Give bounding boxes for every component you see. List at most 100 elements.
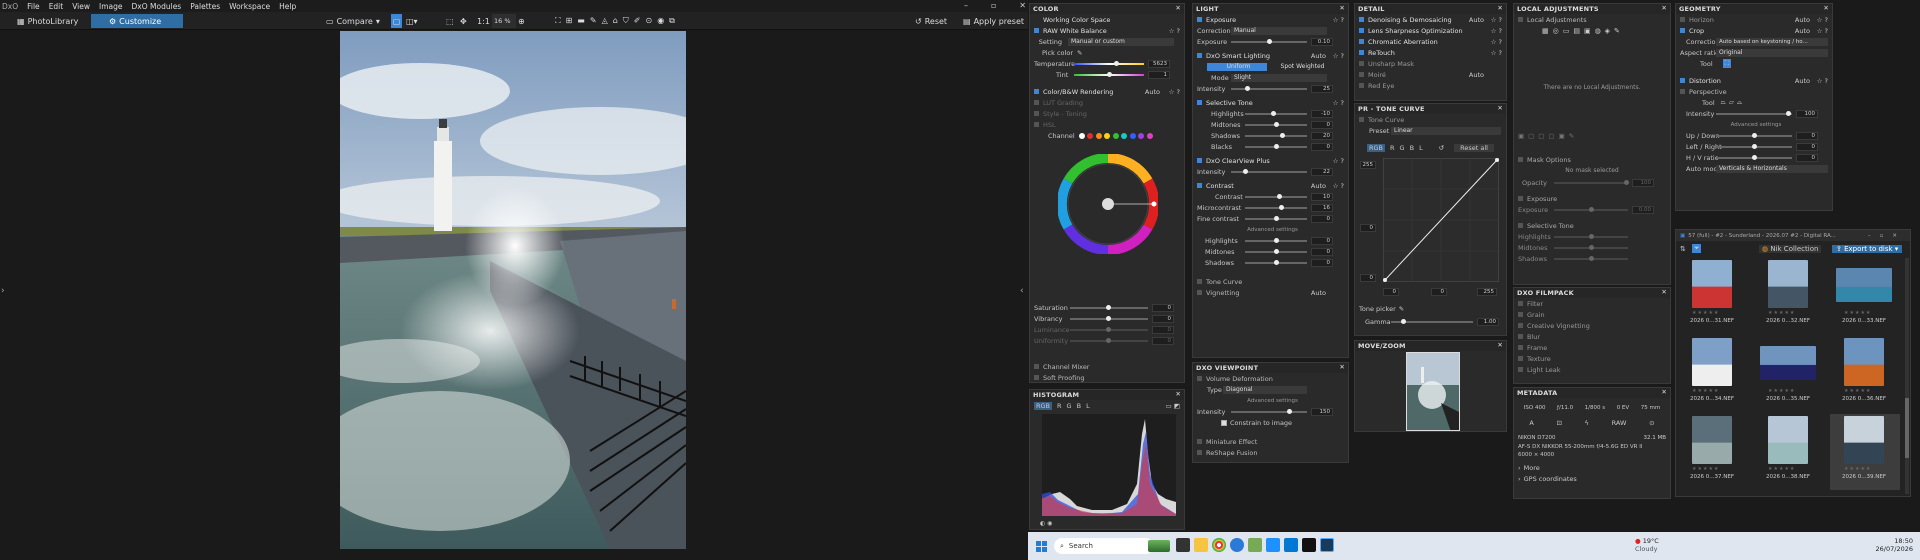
advanced-settings-toggle[interactable]: Advanced settings — [1193, 224, 1348, 235]
blacks-slider[interactable] — [1245, 144, 1307, 149]
maximize-icon[interactable]: ▫ — [991, 1, 996, 11]
temperature-field[interactable]: 5623 — [1148, 59, 1170, 68]
channel-l[interactable]: L — [1086, 402, 1090, 410]
slider-knob[interactable] — [1106, 327, 1111, 332]
input-max-field[interactable]: 255 — [1477, 288, 1497, 296]
close-icon[interactable]: ✕ — [1497, 104, 1503, 112]
local-adj-row[interactable]: Local Adjustments — [1514, 14, 1670, 25]
rating-stars[interactable]: ★★★★★ — [1692, 466, 1719, 472]
photos-icon[interactable] — [1248, 538, 1262, 552]
curve-mid-field[interactable]: 0 — [1360, 224, 1376, 232]
reset-all-button[interactable]: Reset all — [1454, 143, 1494, 152]
raw-white-balance-row[interactable]: RAW White Balance ☆ ? — [1030, 25, 1184, 36]
mask-options-row[interactable]: Mask Options — [1514, 154, 1670, 165]
adv-shadows-slider[interactable] — [1245, 260, 1307, 265]
fine-contrast-field[interactable]: 0 — [1311, 214, 1333, 223]
hsl-channel-swatch[interactable] — [1095, 132, 1102, 139]
horizon-row[interactable]: Horizon Auto ☆ ? — [1676, 14, 1832, 25]
vp-intensity-field[interactable]: 150 — [1311, 407, 1333, 416]
browser-scrollbar[interactable] — [1905, 258, 1909, 494]
task-view-icon[interactable] — [1176, 538, 1190, 552]
close-icon[interactable]: ✕ — [1175, 390, 1181, 398]
crop-row[interactable]: Crop Auto ☆ ? — [1676, 25, 1832, 36]
vignetting-row[interactable]: Vignetting Auto — [1193, 287, 1348, 298]
selective-tone-row[interactable]: Selective Tone ☆ ? — [1193, 97, 1348, 108]
rating-stars[interactable]: ★★★★★ — [1844, 466, 1871, 472]
aspect-ratio-dropdown[interactable]: Original — [1716, 48, 1828, 57]
up-down-field[interactable]: 0 — [1796, 131, 1818, 140]
geom-intensity-field[interactable]: 100 — [1796, 109, 1818, 118]
clipping-icons[interactable]: ◐ ◉ — [1040, 520, 1052, 527]
curve-min-field[interactable]: 0 — [1360, 274, 1376, 282]
slider-knob[interactable] — [1624, 180, 1629, 185]
blur-row[interactable]: Blur — [1514, 331, 1670, 342]
hv-ratio-slider[interactable] — [1716, 155, 1792, 160]
single-view-icon[interactable]: ▢ — [391, 14, 402, 28]
image-viewer[interactable]: › ‹ — [0, 30, 1028, 560]
miniature-effect-row[interactable]: Miniature Effect — [1193, 436, 1348, 447]
channel-mixer-row[interactable]: Channel Mixer — [1030, 361, 1184, 372]
thumbnail-item[interactable]: ★★★★★ 2026 0...37.NEF — [1678, 414, 1748, 490]
star-icon[interactable]: ☆ ? — [1817, 77, 1828, 85]
exposure-slider[interactable] — [1231, 39, 1307, 44]
crop-select-icon[interactable]: ⬚ — [446, 14, 454, 28]
close-icon[interactable]: ✕ — [1661, 288, 1667, 296]
slider-knob[interactable] — [1274, 122, 1279, 127]
star-icon[interactable]: ☆ ? — [1333, 157, 1344, 165]
enable-toggle[interactable] — [1034, 100, 1039, 105]
luminance-field[interactable]: 0 — [1152, 325, 1174, 334]
local-exposure-row[interactable]: Exposure — [1514, 193, 1670, 204]
terminal-icon[interactable] — [1302, 538, 1316, 552]
slider-knob[interactable] — [1106, 305, 1111, 310]
star-icon[interactable]: ☆ ? — [1333, 182, 1344, 190]
menu-edit[interactable]: Edit — [49, 2, 64, 11]
contrast-row[interactable]: Contrast Auto ☆ ? — [1193, 180, 1348, 191]
rating-stars[interactable]: ★★★★★ — [1768, 310, 1795, 316]
slider-knob[interactable] — [1752, 133, 1757, 138]
adv-highlights-field[interactable]: 0 — [1311, 236, 1333, 245]
volume-deformation-row[interactable]: Volume Deformation — [1193, 373, 1348, 384]
photolibrary-tab[interactable]: ▦ PhotoLibrary — [17, 14, 78, 28]
zoom-ratio-button[interactable]: 1:1 — [477, 14, 490, 28]
slider-knob[interactable] — [1271, 111, 1276, 116]
export-to-disk-button[interactable]: ⇪ Export to disk ▾ — [1832, 244, 1903, 253]
exposure-field[interactable]: 0.10 — [1311, 37, 1333, 46]
star-icon[interactable]: ☆ ? — [1491, 38, 1502, 46]
moire-row[interactable]: Moiré Auto — [1355, 69, 1506, 80]
zoom-in-icon[interactable]: ⊕ — [518, 14, 525, 28]
hsl-row[interactable]: HSL — [1030, 119, 1184, 130]
highlights-field[interactable]: -10 — [1311, 109, 1333, 118]
slider-knob[interactable] — [1287, 409, 1292, 414]
customize-tab[interactable]: ⚙ Customize — [91, 14, 183, 28]
chromatic-aberration-row[interactable]: Chromatic Aberration ☆ ? — [1355, 36, 1506, 47]
reshape-fusion-row[interactable]: ReShape Fusion — [1193, 447, 1348, 458]
hsl-channel-swatch[interactable] — [1112, 132, 1119, 139]
adv-shadows-field[interactable]: 0 — [1311, 258, 1333, 267]
photolab-taskbar-icon[interactable] — [1320, 538, 1334, 552]
unsharp-mask-row[interactable]: Unsharp Mask — [1355, 58, 1506, 69]
filter-row[interactable]: Filter — [1514, 298, 1670, 309]
type-dropdown[interactable]: Diagonal — [1223, 385, 1307, 394]
eyedropper-icon[interactable]: ✎ — [1399, 305, 1404, 313]
blacks-field[interactable]: 0 — [1311, 142, 1333, 151]
browser-window-controls[interactable]: –▫✕ — [1868, 233, 1906, 239]
hsl-channel-swatch[interactable] — [1138, 132, 1145, 139]
slider-knob[interactable] — [1280, 133, 1285, 138]
local-highlights-slider[interactable] — [1554, 234, 1628, 239]
close-icon[interactable]: ✕ — [1497, 341, 1503, 349]
rating-stars[interactable]: ★★★★★ — [1768, 466, 1795, 472]
contrast-field[interactable]: 10 — [1311, 192, 1333, 201]
input-mid-field[interactable]: 0 — [1431, 288, 1447, 296]
close-icon[interactable]: ✕ — [1175, 4, 1181, 12]
microcontrast-slider[interactable] — [1245, 205, 1307, 210]
geom-intensity-slider[interactable] — [1716, 111, 1792, 116]
enable-toggle[interactable] — [1034, 89, 1039, 94]
constrain-row[interactable]: Constrain to image — [1193, 417, 1348, 428]
saturation-field[interactable]: 0 — [1152, 303, 1174, 312]
close-icon[interactable]: ✕ — [1339, 4, 1345, 12]
close-icon[interactable]: ✕ — [1661, 4, 1667, 12]
star-icon[interactable]: ☆ ? — [1817, 27, 1828, 35]
adv-midtones-field[interactable]: 0 — [1311, 247, 1333, 256]
move-icon[interactable]: ✥ — [460, 14, 467, 28]
menu-image[interactable]: Image — [99, 2, 123, 11]
